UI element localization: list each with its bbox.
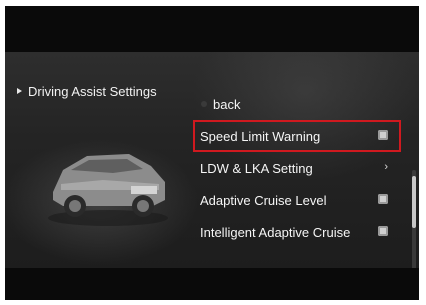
menu-item-ldw-lka-setting[interactable]: LDW & LKA Setting › <box>195 154 399 182</box>
checkbox-icon[interactable] <box>378 194 388 204</box>
menu-item-speed-limit-warning[interactable]: Speed Limit Warning <box>193 120 401 152</box>
menu-item-label: Speed Limit Warning <box>200 128 321 144</box>
car-illustration-icon <box>48 154 168 226</box>
scrollbar-thumb[interactable] <box>412 176 416 228</box>
play-icon <box>17 88 22 94</box>
menu-scrollbar[interactable] <box>412 170 416 270</box>
back-icon <box>201 101 207 107</box>
bottom-bezel <box>5 268 419 300</box>
infotainment-screen: Driving Assist Settings back Speed Limit… <box>5 6 419 300</box>
settings-title-text: Driving Assist Settings <box>28 83 157 99</box>
top-bezel <box>5 6 419 52</box>
menu-item-adaptive-cruise-level[interactable]: Adaptive Cruise Level <box>195 186 399 214</box>
checkbox-icon[interactable] <box>378 130 388 140</box>
menu-item-label: LDW & LKA Setting <box>200 160 313 176</box>
menu-item-label: Intelligent Adaptive Cruise <box>200 224 351 240</box>
settings-menu: back Speed Limit Warning LDW & LKA Setti… <box>193 88 401 278</box>
menu-item-label: Adaptive Cruise Level <box>200 192 327 208</box>
checkbox-icon[interactable] <box>378 226 388 236</box>
back-button[interactable]: back <box>195 90 399 118</box>
settings-section-title: Driving Assist Settings <box>17 81 157 101</box>
menu-item-intelligent-adaptive-cruise[interactable]: Intelligent Adaptive Cruise <box>195 218 399 246</box>
chevron-right-icon: › <box>384 161 388 173</box>
settings-panel: Driving Assist Settings back Speed Limit… <box>5 52 419 270</box>
